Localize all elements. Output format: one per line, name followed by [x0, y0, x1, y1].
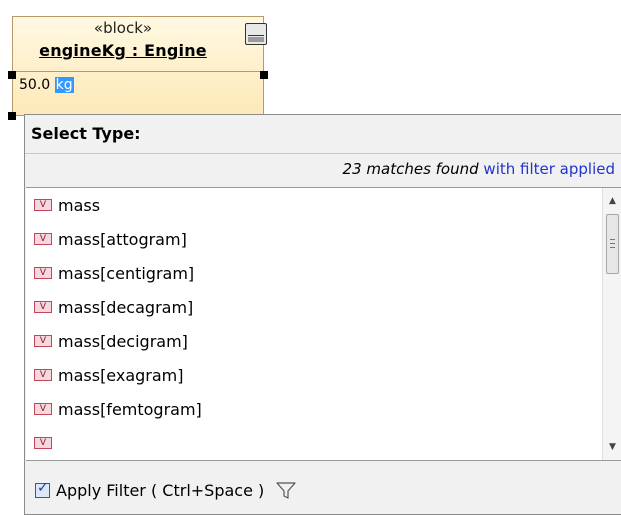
- match-status: 23 matches found with filter applied: [343, 160, 615, 178]
- list-item-label: mass: [58, 195, 101, 215]
- type-list[interactable]: V mass V mass[attogram] V mass[centigram…: [26, 187, 621, 461]
- funnel-filter-icon[interactable]: [276, 481, 296, 500]
- list-item[interactable]: V mass[decagram]: [26, 292, 193, 322]
- value-type-icon: V: [34, 199, 52, 211]
- value-type-icon: V: [34, 233, 52, 245]
- select-type-popup: Select Type: 23 matches found with filte…: [24, 114, 621, 515]
- filter-status: with filter applied: [478, 160, 615, 178]
- list-item-label: mass[exagram]: [58, 365, 184, 385]
- value-type-icon: V: [34, 301, 52, 313]
- scroll-down-arrow-icon[interactable]: ▼: [603, 438, 621, 456]
- resize-handle[interactable]: [8, 71, 16, 79]
- resize-handle[interactable]: [260, 71, 268, 79]
- list-item[interactable]: V mass[femtogram]: [26, 394, 202, 424]
- value-type-icon: V: [34, 369, 52, 381]
- list-item[interactable]: V mass[decigram]: [26, 326, 188, 356]
- grip-line: [610, 247, 615, 248]
- value-type-icon: V: [34, 267, 52, 279]
- grip-line: [610, 239, 615, 240]
- resize-handle[interactable]: [8, 112, 16, 120]
- apply-filter-checkbox[interactable]: [35, 480, 50, 498]
- list-item-partial[interactable]: V: [26, 428, 58, 458]
- apply-filter-row[interactable]: Apply Filter ( Ctrl+Space ): [35, 480, 296, 500]
- list-item-label: mass[femtogram]: [58, 399, 202, 419]
- scroll-thumb[interactable]: [606, 214, 619, 274]
- list-item[interactable]: V mass: [26, 190, 100, 220]
- block-icon: [245, 23, 267, 45]
- value-number[interactable]: 50.0: [19, 77, 50, 93]
- value-type-icon: V: [34, 437, 52, 449]
- value-editor[interactable]: 50.0 kg: [19, 77, 74, 93]
- block-name[interactable]: engineKg : Engine: [13, 41, 233, 60]
- compartment-divider: [13, 71, 263, 72]
- engine-block[interactable]: «block» engineKg : Engine 50.0 kg: [12, 16, 267, 116]
- list-scrollbar[interactable]: ▲ ▼: [602, 188, 621, 460]
- value-type-icon: V: [34, 403, 52, 415]
- match-count: 23 matches found: [342, 160, 479, 178]
- list-item-label: mass[decagram]: [58, 297, 194, 317]
- scroll-up-arrow-icon[interactable]: ▲: [603, 192, 621, 210]
- list-item-label: mass[attogram]: [58, 229, 187, 249]
- list-item-label: mass[decigram]: [58, 331, 188, 351]
- list-item[interactable]: V mass[attogram]: [26, 224, 187, 254]
- title-divider: [25, 153, 621, 154]
- list-item[interactable]: V mass[centigram]: [26, 258, 194, 288]
- value-type-icon: V: [34, 335, 52, 347]
- popup-title: Select Type:: [31, 124, 141, 143]
- value-unit-selected[interactable]: kg: [54, 77, 74, 93]
- apply-filter-label[interactable]: Apply Filter ( Ctrl+Space ): [56, 481, 264, 500]
- list-item[interactable]: V mass[exagram]: [26, 360, 184, 390]
- grip-line: [610, 243, 615, 244]
- block-stereotype: «block»: [93, 19, 153, 37]
- list-item-label: mass[centigram]: [58, 263, 195, 283]
